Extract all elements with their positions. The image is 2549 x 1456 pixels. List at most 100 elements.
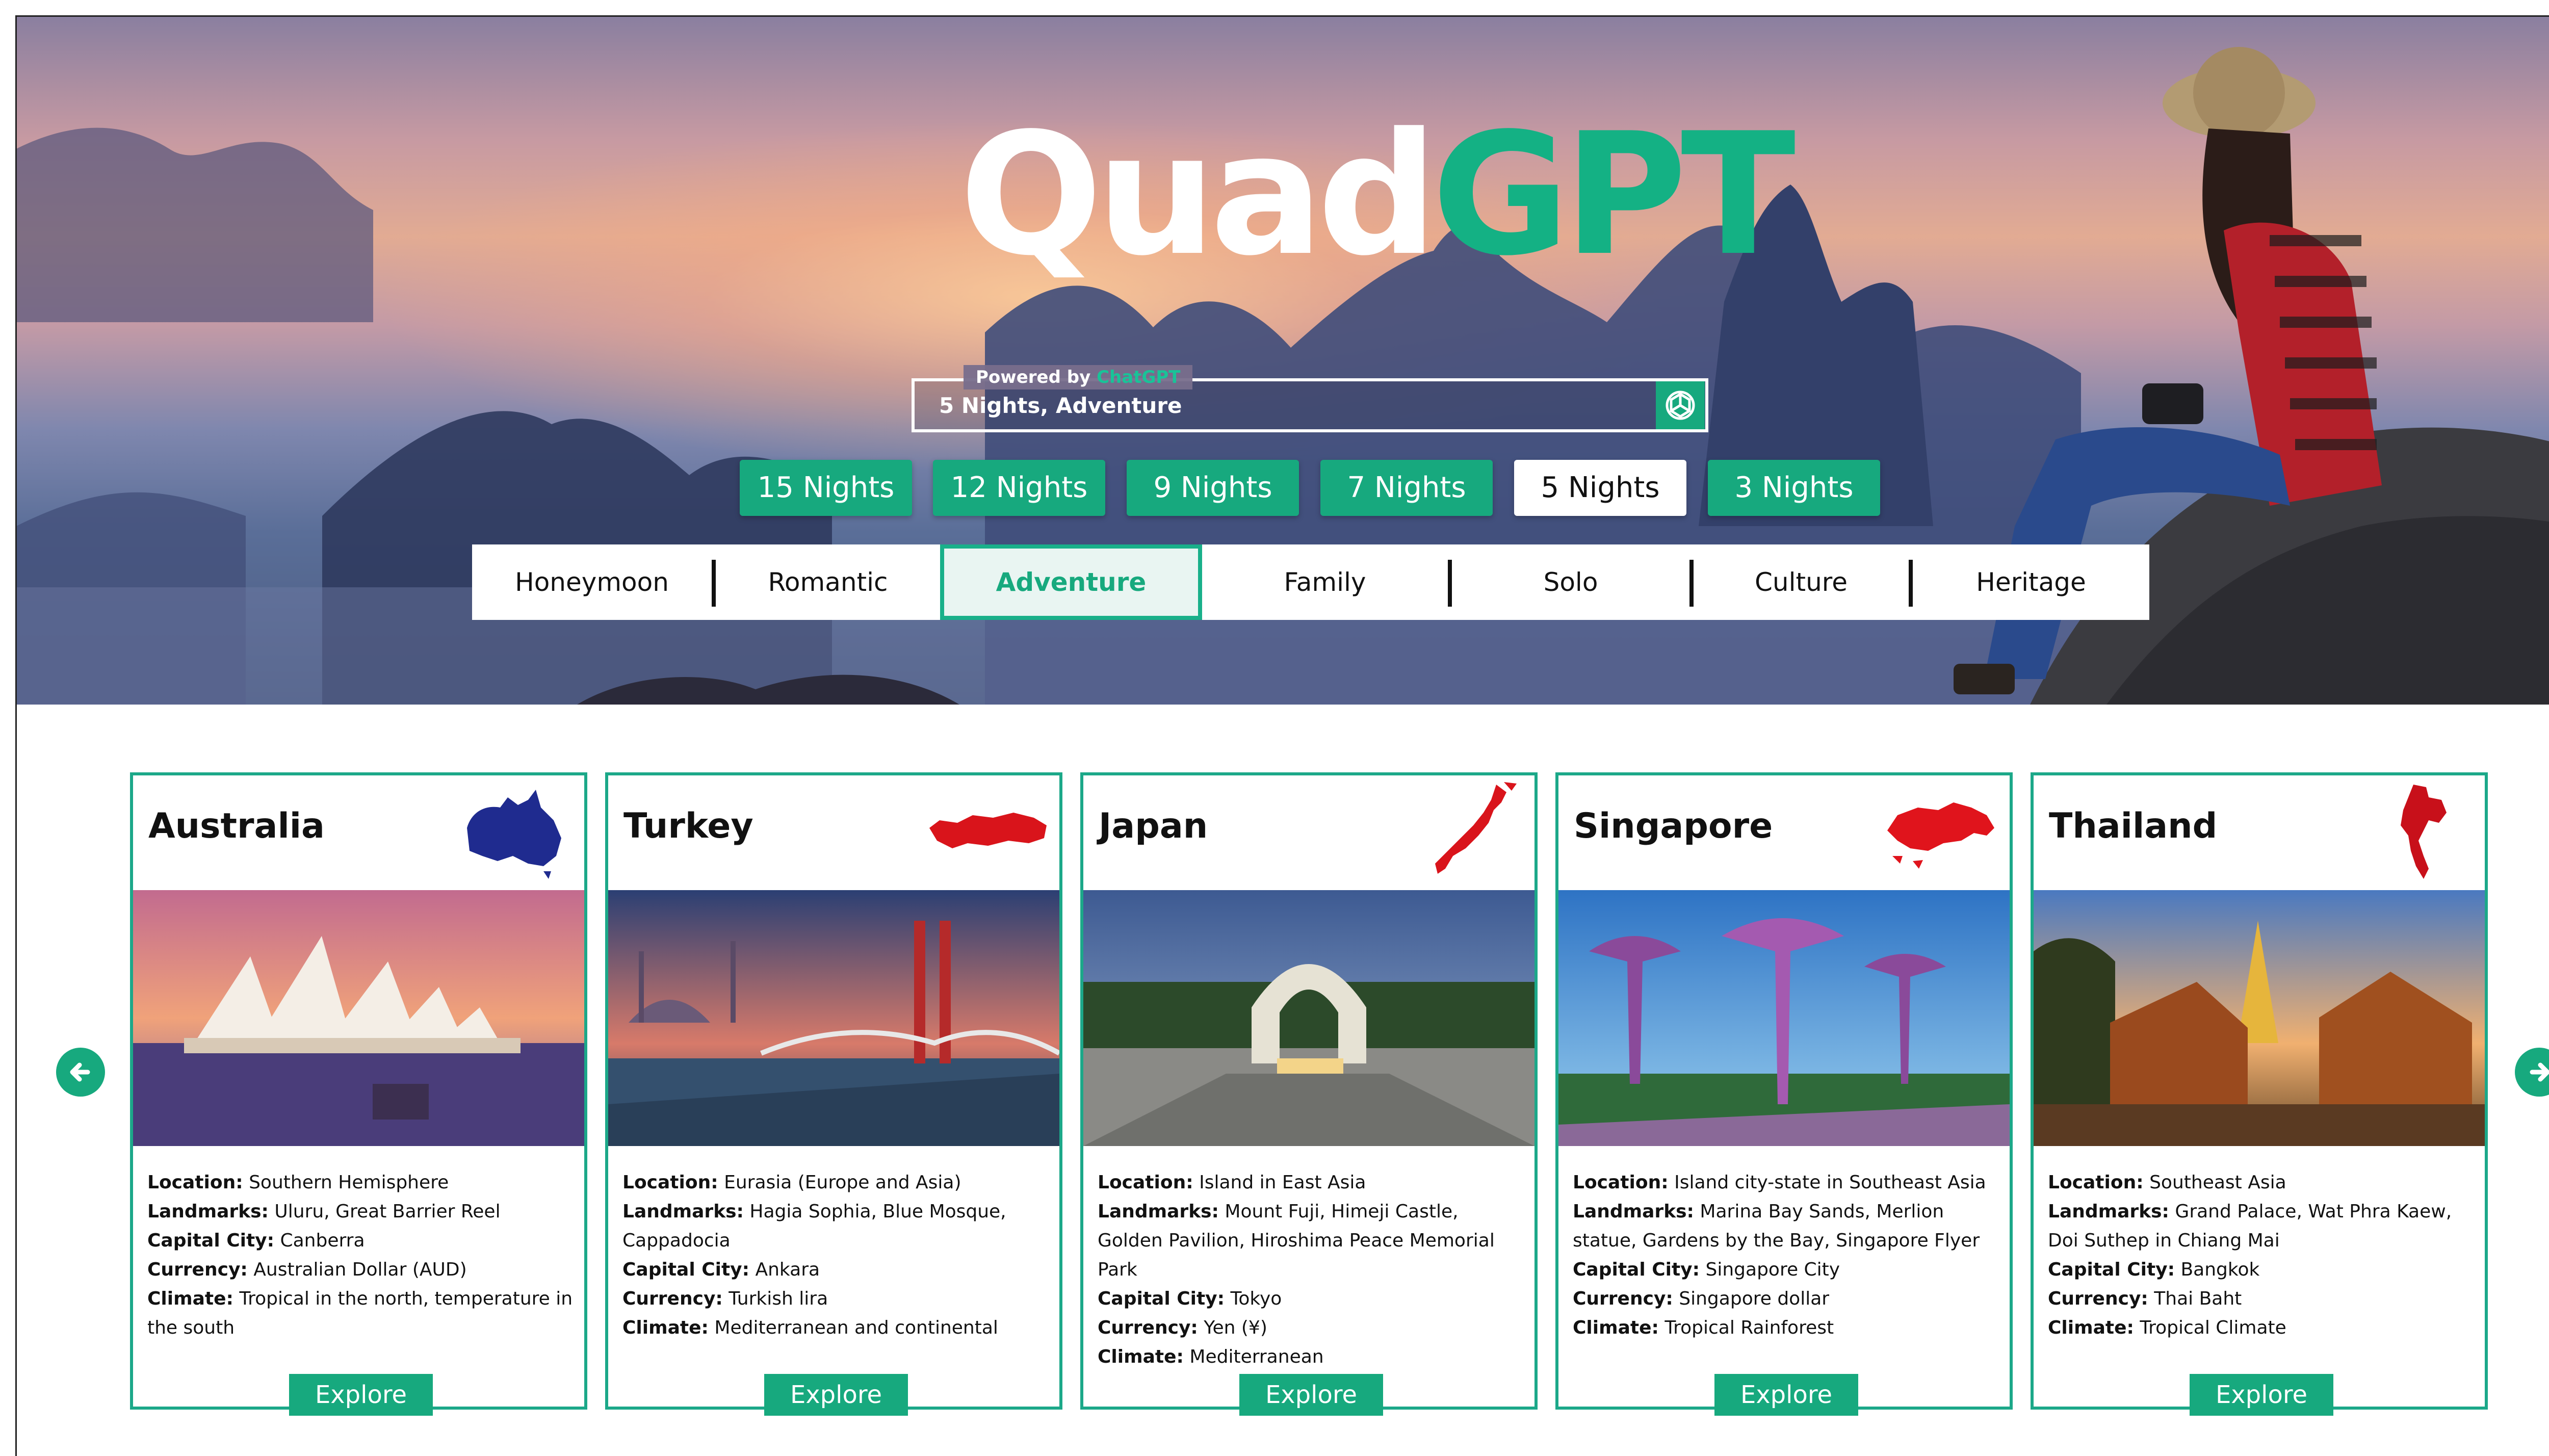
logo-quad: Quad — [959, 97, 1438, 293]
turkey-map-icon — [929, 813, 1047, 848]
label-capital: Capital City: — [1098, 1288, 1225, 1309]
card-title: Australia — [148, 806, 325, 846]
card-details: Location: Island in East Asia Landmarks:… — [1098, 1168, 1526, 1371]
card-photo-gardens-by-the-bay — [1558, 890, 2010, 1146]
value-capital: Ankara — [755, 1259, 820, 1280]
card-details: Location: Island city-state in Southeast… — [1573, 1168, 2001, 1342]
carousel-prev-button[interactable] — [56, 1048, 105, 1097]
card-photo-hiroshima-memorial — [1083, 890, 1534, 1146]
card-title: Japan — [1099, 806, 1208, 846]
label-climate: Climate: — [622, 1317, 709, 1338]
value-location: Island city-state in Southeast Asia — [1674, 1172, 1986, 1193]
nights-option-5[interactable]: 5 Nights — [1514, 460, 1686, 516]
value-location: Southern Hemisphere — [249, 1172, 449, 1193]
label-capital: Capital City: — [147, 1230, 275, 1251]
value-capital: Bangkok — [2180, 1259, 2260, 1280]
label-landmarks: Landmarks: — [2048, 1201, 2169, 1222]
value-capital: Canberra — [280, 1230, 365, 1251]
explore-button[interactable]: Explore — [764, 1374, 908, 1416]
label-capital: Capital City: — [622, 1259, 750, 1280]
label-capital: Capital City: — [1573, 1259, 1700, 1280]
australia-map-icon — [467, 790, 561, 879]
powered-by-label: Powered by ChatGPT — [964, 365, 1193, 389]
singapore-map-icon — [1887, 802, 1994, 869]
search-submit-button[interactable] — [1656, 381, 1705, 429]
tab-honeymoon[interactable]: Honeymoon — [472, 544, 712, 620]
nights-option-9[interactable]: 9 Nights — [1127, 460, 1299, 516]
card-photo-sydney-opera-house — [133, 890, 584, 1146]
explore-button[interactable]: Explore — [1239, 1374, 1383, 1416]
value-climate: Mediterranean and continental — [714, 1317, 998, 1338]
category-tabs: Honeymoon Romantic Adventure Family Solo… — [472, 544, 2149, 620]
explore-button[interactable]: Explore — [289, 1374, 433, 1416]
value-currency: Yen (¥) — [1204, 1317, 1267, 1338]
tab-family[interactable]: Family — [1202, 544, 1448, 620]
destination-card-turkey: Turkey Location: Eurasia (Europe and Asi… — [605, 772, 1062, 1416]
carousel-next-button[interactable] — [2515, 1048, 2549, 1097]
label-location: Location: — [1098, 1172, 1193, 1193]
tab-adventure[interactable]: Adventure — [940, 544, 1202, 620]
card-title: Turkey — [623, 806, 753, 846]
label-landmarks: Landmarks: — [147, 1201, 269, 1222]
nights-option-15[interactable]: 15 Nights — [740, 460, 912, 516]
card-details: Location: Southeast Asia Landmarks: Gran… — [2048, 1168, 2476, 1342]
label-climate: Climate: — [1098, 1346, 1184, 1367]
value-currency: Australian Dollar (AUD) — [253, 1259, 467, 1280]
explore-button[interactable]: Explore — [2190, 1374, 2333, 1416]
card-photo-thai-temple — [2034, 890, 2485, 1146]
label-climate: Climate: — [147, 1288, 233, 1309]
explore-button[interactable]: Explore — [1714, 1374, 1858, 1416]
value-location: Southeast Asia — [2149, 1172, 2286, 1193]
label-location: Location: — [622, 1172, 718, 1193]
value-location: Eurasia (Europe and Asia) — [724, 1172, 961, 1193]
frame-left-border — [15, 15, 17, 1456]
label-location: Location: — [2048, 1172, 2144, 1193]
value-capital: Singapore City — [1705, 1259, 1840, 1280]
arrow-right-icon — [2530, 1062, 2549, 1082]
card-title: Thailand — [2049, 806, 2218, 846]
tab-culture[interactable]: Culture — [1694, 544, 1909, 620]
value-currency: Thai Baht — [2154, 1288, 2242, 1309]
quadgpt-logo: QuadGPT — [959, 111, 1796, 279]
value-location: Island in East Asia — [1199, 1172, 1366, 1193]
tab-heritage[interactable]: Heritage — [1913, 544, 2149, 620]
value-currency: Turkish lira — [729, 1288, 828, 1309]
value-climate: Tropical Rainforest — [1664, 1317, 1834, 1338]
tab-separator — [712, 560, 716, 607]
tab-solo[interactable]: Solo — [1452, 544, 1689, 620]
destination-card-singapore: Singapore Location: Island city-state in… — [1555, 772, 2013, 1416]
japan-map-icon — [1435, 782, 1517, 874]
label-currency: Currency: — [622, 1288, 723, 1309]
card-title: Singapore — [1574, 806, 1773, 846]
label-climate: Climate: — [1573, 1317, 1659, 1338]
tab-romantic[interactable]: Romantic — [716, 544, 940, 620]
thailand-map-icon — [2401, 785, 2447, 879]
label-climate: Climate: — [2048, 1317, 2134, 1338]
label-location: Location: — [147, 1172, 243, 1193]
destination-card-japan: Japan Location: Island in East Asia Land… — [1080, 772, 1538, 1416]
label-landmarks: Landmarks: — [1573, 1201, 1694, 1222]
value-capital: Tokyo — [1230, 1288, 1282, 1309]
value-currency: Singapore dollar — [1679, 1288, 1830, 1309]
card-details: Location: Southern Hemisphere Landmarks:… — [147, 1168, 576, 1342]
label-location: Location: — [1573, 1172, 1669, 1193]
nights-option-7[interactable]: 7 Nights — [1320, 460, 1493, 516]
search-query-text[interactable]: 5 Nights, Adventure — [939, 391, 1182, 421]
label-currency: Currency: — [1098, 1317, 1198, 1338]
label-currency: Currency: — [2048, 1288, 2148, 1309]
value-landmarks: Uluru, Great Barrier Reel — [274, 1201, 501, 1222]
tab-separator — [1909, 560, 1913, 607]
nights-option-3[interactable]: 3 Nights — [1708, 460, 1880, 516]
nights-option-12[interactable]: 12 Nights — [933, 460, 1105, 516]
frame-top-border — [16, 15, 2549, 17]
card-details: Location: Eurasia (Europe and Asia) Land… — [622, 1168, 1051, 1342]
value-climate: Tropical Climate — [2140, 1317, 2286, 1338]
logo-gpt: GPT — [1432, 97, 1796, 293]
tab-separator — [1448, 560, 1452, 607]
powered-prefix: Powered by — [976, 367, 1091, 387]
label-currency: Currency: — [147, 1259, 248, 1280]
tab-separator — [1689, 560, 1694, 607]
label-landmarks: Landmarks: — [1098, 1201, 1219, 1222]
label-capital: Capital City: — [2048, 1259, 2175, 1280]
chatgpt-logo-icon — [1666, 391, 1695, 420]
